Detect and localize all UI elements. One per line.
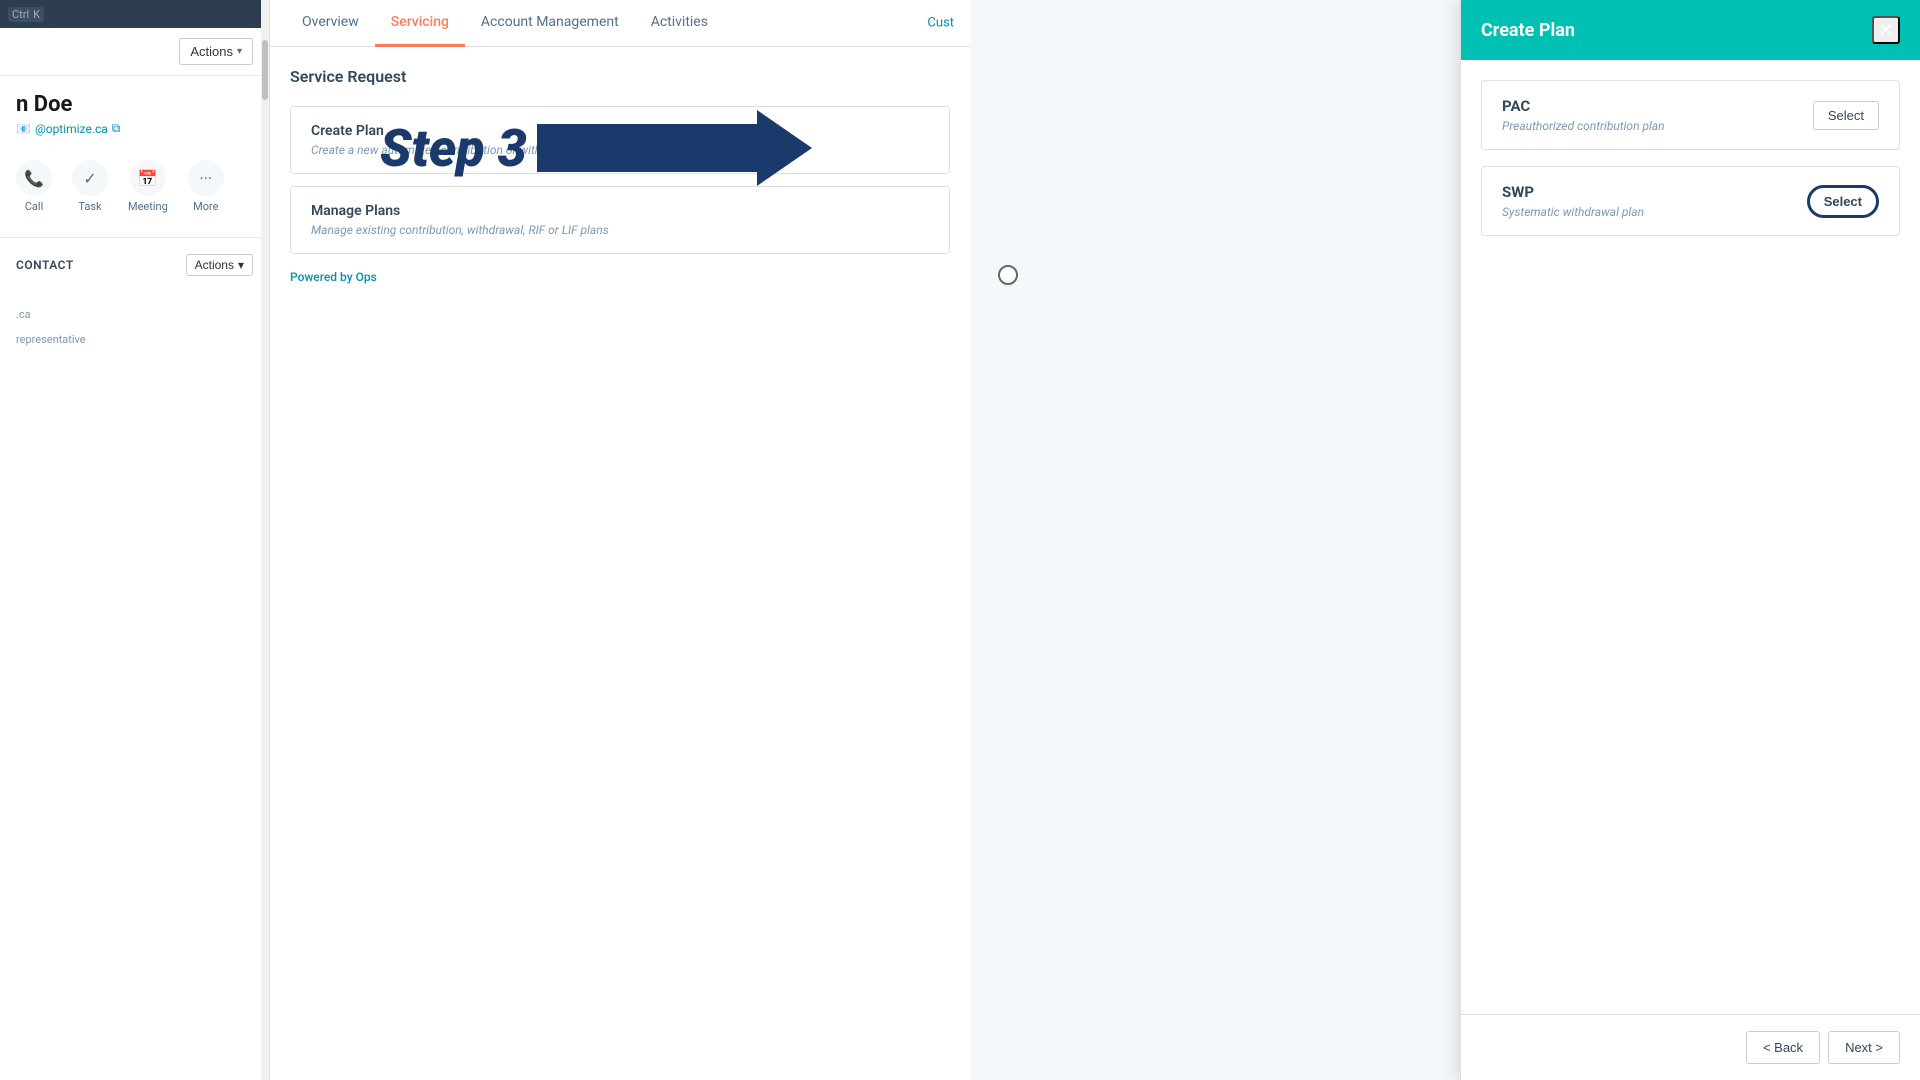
powered-by-brand: Ops: [356, 270, 377, 284]
contact-actions-button[interactable]: Actions ▾: [186, 254, 253, 276]
copy-icon[interactable]: ⧉: [112, 121, 121, 136]
call-icon: 📞: [16, 160, 52, 196]
actions-label: Actions: [190, 44, 233, 59]
pac-info: PAC Preauthorized contribution plan: [1502, 97, 1665, 133]
tab-overview[interactable]: Overview: [286, 0, 375, 47]
kbd-k: K: [33, 8, 40, 21]
email-value: @optimize.ca: [35, 122, 108, 136]
more-icon: ···: [188, 160, 224, 196]
chevron-down-icon-2: ▾: [238, 258, 244, 272]
swp-option: SWP Systematic withdrawal plan Select: [1481, 166, 1900, 236]
tab-servicing[interactable]: Servicing: [375, 0, 465, 47]
panel-title: Create Plan: [1481, 20, 1575, 41]
panel-header: Create Plan ✕: [1461, 0, 1920, 60]
create-plan-panel: Create Plan ✕ PAC Preauthorized contribu…: [1460, 0, 1920, 1080]
contact-actions-2: Actions ▾: [186, 254, 253, 276]
scroll-thumb: [262, 40, 268, 100]
contact-email: 📧 @optimize.ca ⧉: [16, 121, 253, 136]
task-action[interactable]: ✓ Task: [72, 160, 108, 213]
close-button[interactable]: ✕: [1872, 16, 1900, 44]
panel-body: PAC Preauthorized contribution plan Sele…: [1461, 60, 1920, 1014]
contact-section: Contact Actions ▾: [0, 237, 269, 300]
manage-plans-desc: Manage existing contribution, withdrawal…: [311, 223, 929, 237]
customize-button[interactable]: Cust: [927, 16, 954, 31]
contact-info: n Doe 📧 @optimize.ca ⧉ 📞 Call ✓ Task 📅 M…: [0, 76, 269, 237]
task-icon: ✓: [72, 160, 108, 196]
manage-plans-card[interactable]: Manage Plans Manage existing contributio…: [290, 186, 950, 254]
call-action[interactable]: 📞 Call: [16, 160, 52, 213]
contact-name: n Doe: [16, 92, 253, 117]
more-label: More: [193, 200, 218, 213]
sidebar: Ctrl K Actions ▾ n Doe 📧 @optimize.ca ⧉ …: [0, 0, 270, 1080]
scroll-indicator[interactable]: [261, 0, 269, 1080]
create-plan-desc: Create a new automated contribution or w…: [311, 143, 929, 157]
next-button[interactable]: Next >: [1828, 1031, 1900, 1064]
call-label: Call: [25, 200, 44, 213]
main-body: Service Request Create Plan Create a new…: [270, 47, 970, 1080]
sidebar-actions-bar: Actions ▾: [0, 28, 269, 76]
panel-footer: < Back Next >: [1461, 1014, 1920, 1080]
meeting-label: Meeting: [128, 200, 168, 213]
powered-by: Powered by Ops: [290, 270, 950, 284]
tab-activities[interactable]: Activities: [635, 0, 724, 47]
close-icon: ✕: [1878, 20, 1893, 41]
back-button[interactable]: < Back: [1746, 1031, 1820, 1064]
more-action[interactable]: ··· More: [188, 160, 224, 213]
swp-info: SWP Systematic withdrawal plan: [1502, 183, 1644, 219]
swp-name: SWP: [1502, 183, 1644, 201]
footer-text: .ca: [16, 308, 31, 321]
kbd-ctrl: Ctrl: [12, 8, 29, 21]
section-title: Service Request: [290, 67, 950, 86]
pac-name: PAC: [1502, 97, 1665, 115]
contact-actions-label: Actions: [195, 258, 234, 272]
contact-quick-actions: 📞 Call ✓ Task 📅 Meeting ··· More: [16, 152, 253, 221]
contact-section-header: Contact Actions ▾: [16, 254, 253, 276]
representative-text: representative: [0, 329, 269, 350]
sidebar-top-bar: Ctrl K: [0, 0, 269, 28]
keyboard-shortcut: Ctrl K: [8, 7, 44, 22]
pac-desc: Preauthorized contribution plan: [1502, 119, 1665, 133]
task-label: Task: [78, 200, 101, 213]
meeting-icon: 📅: [130, 160, 166, 196]
tab-account-management[interactable]: Account Management: [465, 0, 635, 47]
meeting-action[interactable]: 📅 Meeting: [128, 160, 168, 213]
sidebar-footer: .ca: [0, 300, 269, 329]
pac-option: PAC Preauthorized contribution plan Sele…: [1481, 80, 1900, 150]
contact-section-title: Contact: [16, 258, 74, 272]
swp-desc: Systematic withdrawal plan: [1502, 205, 1644, 219]
cursor-indicator: [998, 265, 1018, 285]
create-plan-title: Create Plan: [311, 123, 929, 139]
pac-select-button[interactable]: Select: [1813, 101, 1879, 130]
swp-select-button[interactable]: Select: [1807, 185, 1879, 218]
create-plan-card[interactable]: Create Plan Create a new automated contr…: [290, 106, 950, 174]
manage-plans-title: Manage Plans: [311, 203, 929, 219]
main-content: Overview Servicing Account Management Ac…: [270, 0, 970, 1080]
chevron-down-icon: ▾: [237, 46, 242, 57]
actions-button[interactable]: Actions ▾: [179, 38, 253, 65]
tabs-bar: Overview Servicing Account Management Ac…: [270, 0, 970, 47]
email-icon: 📧: [16, 122, 31, 136]
